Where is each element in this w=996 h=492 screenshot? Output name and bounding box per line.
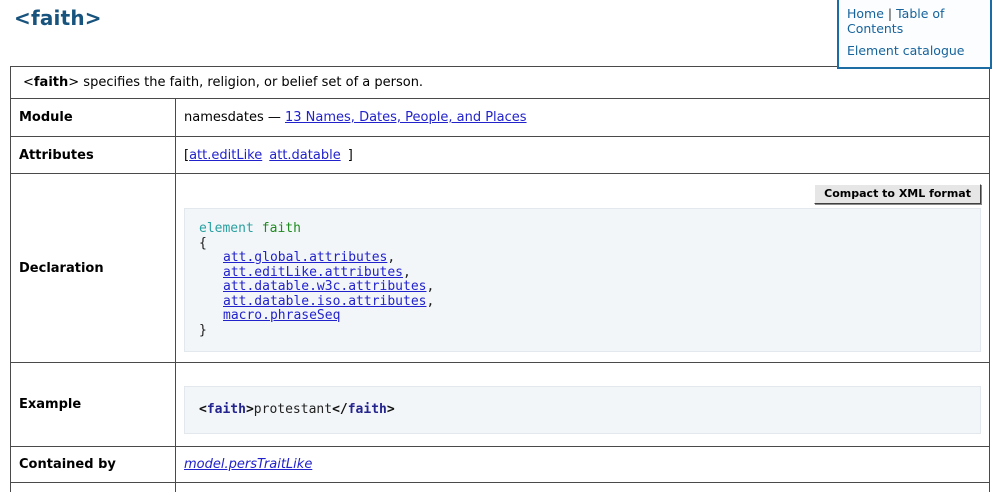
attributes-close-bracket: ] bbox=[348, 148, 353, 163]
element-spec-table: <faith> specifies the faith, religion, o… bbox=[10, 66, 990, 492]
example-open-lt: < bbox=[199, 402, 207, 417]
macro-phraseseq-link[interactable]: macro.phraseSeq bbox=[223, 308, 340, 323]
contained-by-value-cell: model.persTraitLike bbox=[176, 447, 990, 483]
code-comma: , bbox=[427, 294, 435, 309]
nav-box: Home | Table of Contents Element catalog… bbox=[837, 0, 992, 69]
code-line: macro.phraseSeq bbox=[199, 309, 966, 324]
description-element-name: faith bbox=[34, 75, 68, 90]
att-editlike-attributes-link[interactable]: att.editLike.attributes bbox=[223, 265, 403, 280]
compact-to-xml-button[interactable]: Compact to XML format bbox=[814, 184, 981, 204]
nav-line-1: Home | Table of Contents bbox=[847, 6, 983, 36]
module-chapter-link[interactable]: 13 Names, Dates, People, and Places bbox=[285, 110, 527, 125]
example-code-block: <faith>protestant</faith> bbox=[184, 386, 981, 434]
description-cell: <faith> specifies the faith, religion, o… bbox=[11, 67, 990, 99]
attributes-row: Attributes [att.editLikeatt.datable] bbox=[11, 137, 990, 174]
attributes-value-cell: [att.editLikeatt.datable] bbox=[176, 137, 990, 174]
code-line: att.datable.w3c.attributes, bbox=[199, 280, 966, 295]
att-editlike-link[interactable]: att.editLike bbox=[189, 148, 262, 163]
code-line: } bbox=[199, 324, 966, 339]
declaration-cell: Compact to XML format element faith { att… bbox=[176, 174, 990, 363]
module-value-prefix: namesdates — bbox=[184, 110, 285, 125]
code-comma: , bbox=[387, 250, 395, 265]
code-line: { bbox=[199, 237, 966, 252]
description-row: <faith> specifies the faith, religion, o… bbox=[11, 67, 990, 99]
example-close-lt: </ bbox=[332, 402, 348, 417]
code-element-name: faith bbox=[262, 221, 301, 236]
code-line: att.global.attributes, bbox=[199, 251, 966, 266]
partial-row bbox=[11, 483, 990, 492]
example-open-gt: > bbox=[246, 402, 254, 417]
code-line: att.editLike.attributes, bbox=[199, 266, 966, 281]
example-close-tag-name: faith bbox=[348, 402, 387, 417]
code-comma: , bbox=[403, 265, 411, 280]
nav-separator: | bbox=[888, 6, 892, 21]
module-value-cell: namesdates — 13 Names, Dates, People, an… bbox=[176, 99, 990, 137]
code-line: element faith bbox=[199, 222, 966, 237]
declaration-toolbar: Compact to XML format bbox=[184, 184, 981, 206]
example-cell: <faith>protestant</faith> bbox=[176, 363, 990, 447]
nav-line-2: Element catalogue bbox=[847, 43, 983, 58]
contained-by-row: Contained by model.persTraitLike bbox=[11, 447, 990, 483]
declaration-label: Declaration bbox=[11, 174, 176, 363]
code-line: att.datable.iso.attributes, bbox=[199, 295, 966, 310]
module-row: Module namesdates — 13 Names, Dates, Peo… bbox=[11, 99, 990, 137]
description-lt: < bbox=[23, 75, 34, 90]
partial-label-cell bbox=[11, 483, 176, 492]
example-open-tag-name: faith bbox=[207, 402, 246, 417]
code-open-brace: { bbox=[199, 236, 207, 251]
module-label: Module bbox=[11, 99, 176, 137]
declaration-code-block: element faith { att.global.attributes, at… bbox=[184, 208, 981, 352]
nav-element-catalogue-link[interactable]: Element catalogue bbox=[847, 43, 965, 58]
partial-value-cell bbox=[176, 483, 990, 492]
declaration-row: Declaration Compact to XML format elemen… bbox=[11, 174, 990, 363]
att-datable-w3c-attributes-link[interactable]: att.datable.w3c.attributes bbox=[223, 279, 427, 294]
att-datable-link[interactable]: att.datable bbox=[269, 148, 340, 163]
example-content: protestant bbox=[254, 402, 332, 417]
code-close-brace: } bbox=[199, 323, 207, 338]
description-text: specifies the faith, religion, or belief… bbox=[79, 75, 423, 90]
description-gt: > bbox=[68, 75, 79, 90]
model-perstraitlike-link[interactable]: model.persTraitLike bbox=[184, 457, 312, 472]
att-datable-iso-attributes-link[interactable]: att.datable.iso.attributes bbox=[223, 294, 427, 309]
code-keyword: element bbox=[199, 221, 254, 236]
attributes-label: Attributes bbox=[11, 137, 176, 174]
code-comma: , bbox=[427, 279, 435, 294]
att-global-attributes-link[interactable]: att.global.attributes bbox=[223, 250, 387, 265]
contained-by-label: Contained by bbox=[11, 447, 176, 483]
nav-home-link[interactable]: Home bbox=[847, 6, 884, 21]
example-close-gt: > bbox=[387, 402, 395, 417]
example-row: Example <faith>protestant</faith> bbox=[11, 363, 990, 447]
example-label: Example bbox=[11, 363, 176, 447]
